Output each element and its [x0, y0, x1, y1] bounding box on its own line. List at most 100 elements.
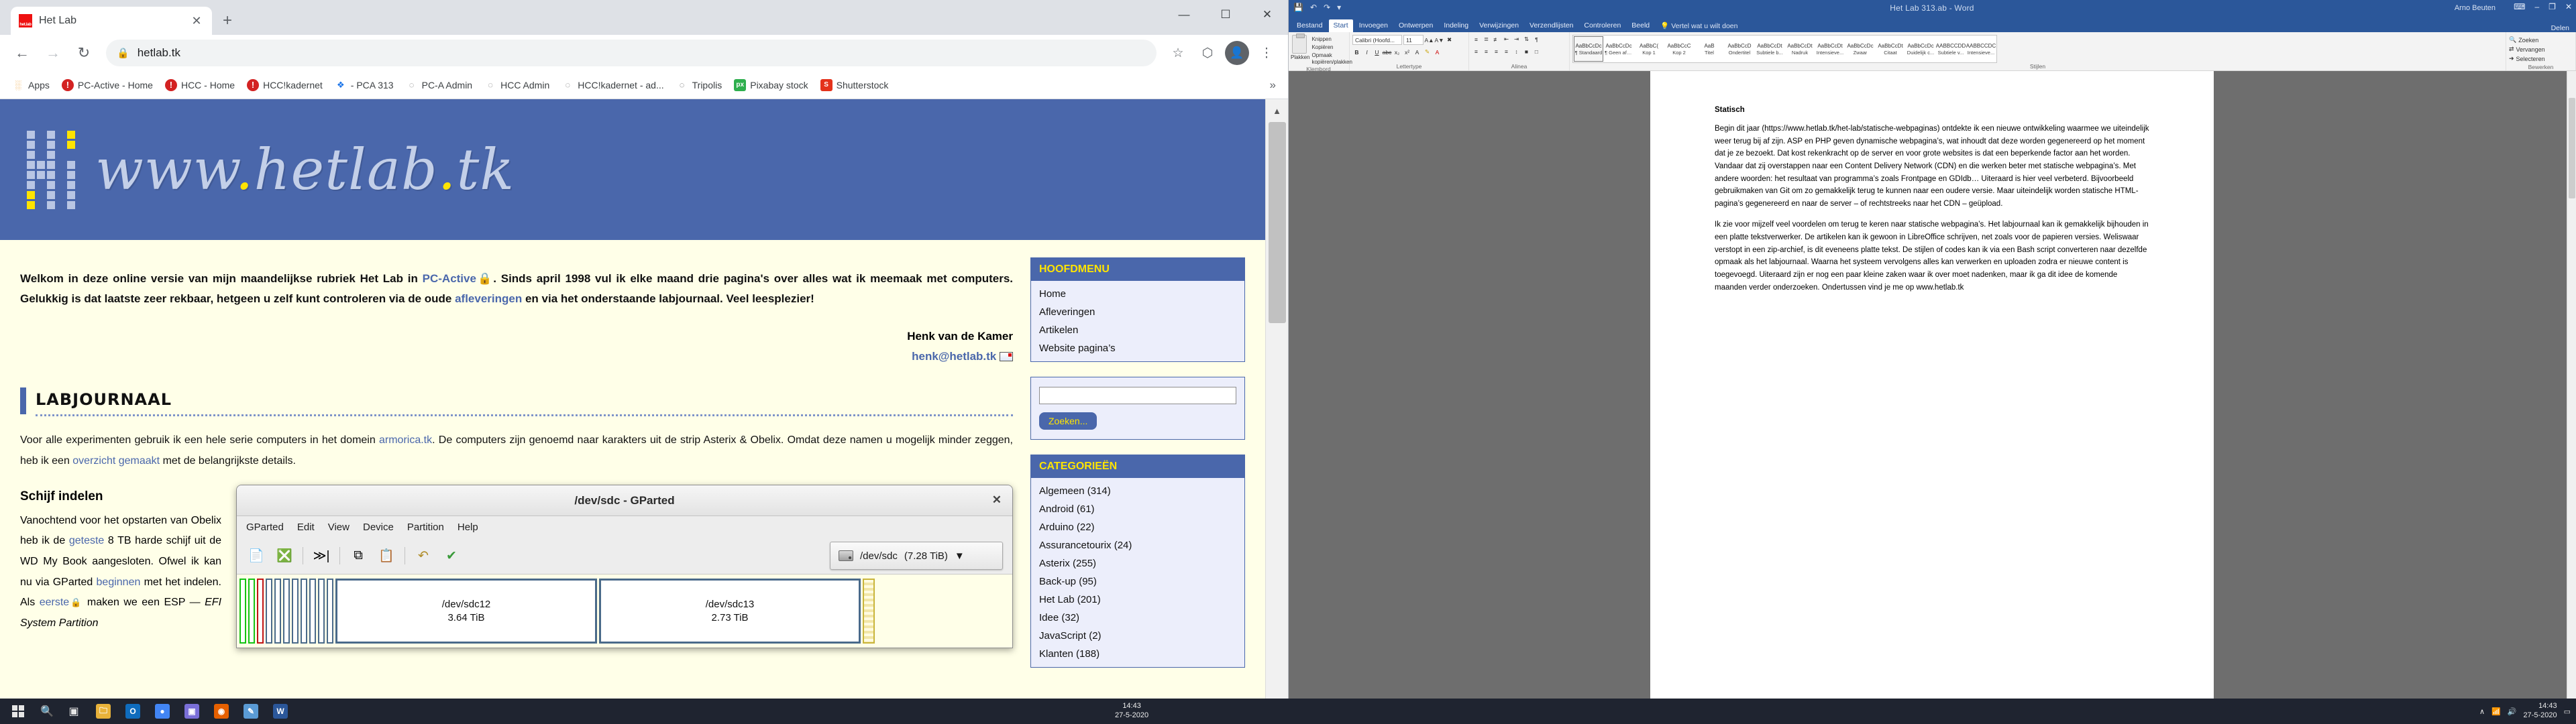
bookmark-pixabay-stock[interactable]: px Pixabay stock [729, 76, 813, 95]
word-document-area[interactable]: Statisch Begin dit jaar (https://www.het… [1288, 71, 2576, 709]
style-kop-1[interactable]: AaBbC(Kop 1 [1634, 36, 1664, 62]
multilevel-list-icon[interactable]: ≢ [1492, 35, 1501, 44]
shrink-font-icon[interactable]: A▼ [1434, 36, 1444, 44]
taskbar-outlook-icon[interactable]: O [118, 699, 148, 724]
partition-block[interactable] [309, 579, 316, 644]
link-eerste[interactable]: eerste [40, 597, 69, 608]
sidebar-item-home[interactable]: Home [1031, 285, 1244, 303]
apply-icon[interactable]: ✔ [441, 546, 462, 566]
gparted-menu-gparted[interactable]: GParted [246, 522, 284, 533]
clear-formatting-icon[interactable]: ✖ [1445, 36, 1454, 44]
network-icon[interactable]: 📶 [2491, 707, 2501, 716]
chrome-window-controls[interactable]: — ☐ ✕ [1163, 0, 1288, 29]
chrome-minimize-button[interactable]: — [1163, 0, 1205, 29]
resize-move-icon[interactable]: ≫| [311, 546, 331, 566]
tab-verwijzingen[interactable]: Verwijzingen [1474, 19, 1523, 32]
text-effects-icon[interactable]: A [1413, 48, 1421, 56]
gparted-window[interactable]: /dev/sdc - GParted ✕ GParted Edit View Devi… [236, 485, 1013, 649]
word-minimize-button[interactable]: – [2534, 2, 2539, 11]
font-size-input[interactable]: 11 [1403, 35, 1424, 45]
word-scrollbar-thumb[interactable] [2569, 98, 2575, 198]
partition-block[interactable] [292, 579, 299, 644]
bookmark-apps[interactable]: ░ Apps [7, 76, 55, 95]
highlight-icon[interactable]: ✎ [1423, 48, 1432, 56]
italic-button[interactable]: I [1362, 48, 1371, 56]
avatar[interactable]: 👤 [1224, 40, 1250, 66]
style-subtiele-v[interactable]: AABBCCDD Subtiele v... [1936, 36, 1966, 62]
font-name-input[interactable]: Calibri (Hoofd... [1352, 35, 1402, 45]
chrome-menu-icon[interactable]: ⋮ [1253, 40, 1280, 66]
increase-indent-icon[interactable]: ⇥ [1512, 35, 1521, 44]
cut-label[interactable]: Knippen [1311, 36, 1352, 43]
category-item[interactable]: Arduino (22) [1031, 518, 1244, 536]
forward-button[interactable]: → [39, 39, 67, 67]
hoofdmenu-list[interactable]: Home Afleveringen Artikelen Website pagina’… [1031, 281, 1244, 361]
bookmark-star-icon[interactable]: ☆ [1165, 40, 1191, 66]
bookmarks-bar[interactable]: ░ Apps! PC-Active - Home! HCC - Home! HCC!ka… [0, 71, 1288, 99]
link-geteste[interactable]: geteste [69, 535, 104, 546]
underline-button[interactable]: U [1373, 48, 1381, 56]
partition-block[interactable] [248, 579, 255, 644]
undo-icon[interactable]: ↶ [413, 546, 433, 566]
category-item[interactable]: Het Lab (201) [1031, 591, 1244, 609]
gparted-toolbar[interactable]: 📄 ❎ ≫| ⧉ 📋 ↶ ✔ /dev/sdc (7.28 TiB) ▼ [237, 538, 1012, 575]
style-intensieve[interactable]: AABBCCDC Intensieve... [1966, 36, 1996, 62]
volume-icon[interactable]: 🔊 [2508, 707, 2517, 716]
link-beginnen[interactable]: beginnen [97, 577, 141, 588]
back-button[interactable]: ← [8, 39, 36, 67]
select-button[interactable]: ➜ Selecteren [2509, 55, 2545, 62]
justify-icon[interactable]: ≡ [1502, 47, 1511, 56]
format-painter-label[interactable]: Opmaak kopiëren/plakken [1311, 52, 1352, 66]
style-duidelijk-c[interactable]: AaBbCcDc Duidelijk c... [1906, 36, 1935, 62]
partition-block[interactable] [301, 579, 307, 644]
bookmark-hcc-kadernet-ad[interactable]: ◌ HCC!kadernet - ad... [556, 76, 669, 95]
word-ribbon[interactable]: Plakken Knippen Kopiëren Opmaak kopiëren… [1288, 32, 2576, 72]
style-citaat[interactable]: AaBbCcDt Citaat [1876, 36, 1905, 62]
style-nadruk[interactable]: AaBbCcDt Nadruk [1785, 36, 1815, 62]
ribbon-display-options-icon[interactable]: ⌨ [2514, 2, 2525, 11]
sort-icon[interactable]: ⇅ [1522, 35, 1531, 44]
link-overzicht-gemaakt[interactable]: overzicht gemaakt [72, 455, 160, 467]
category-item[interactable]: JavaScript (2) [1031, 627, 1244, 645]
tab-verzendlijsten[interactable]: Verzendlijsten [1525, 19, 1578, 32]
style-zwaar[interactable]: AaBbCcDc Zwaar [1845, 36, 1875, 62]
shading-icon[interactable]: ■ [1522, 47, 1531, 56]
category-item[interactable]: Asterix (255) [1031, 554, 1244, 572]
bookmark-shutterstock[interactable]: S Shutterstock [815, 76, 894, 95]
styles-gallery[interactable]: AaBbCcDc ¶ Standaard AaBbCcDc ¶ Geen afs...… [1572, 35, 1997, 63]
mail-icon[interactable] [1000, 352, 1013, 362]
tell-me-box[interactable]: 💡 Vertel wat u wilt doen [1656, 19, 1742, 32]
tray-expand-icon[interactable]: ∧ [2479, 707, 2485, 716]
bookmark-hcc-kadernet[interactable]: ! HCC!kadernet [241, 76, 328, 95]
bullets-icon[interactable]: ≡ [1472, 35, 1481, 44]
strikethrough-button[interactable]: abc [1383, 48, 1392, 56]
taskbar-search-icon[interactable]: 🔍 [35, 699, 59, 724]
gparted-menu-partition[interactable]: Partition [407, 522, 444, 533]
signature-email[interactable]: henk@hetlab.tk [912, 350, 996, 363]
copy-icon[interactable]: ⧉ [348, 546, 368, 566]
bold-button[interactable]: B [1352, 48, 1361, 56]
tab-indeling[interactable]: Indeling [1439, 19, 1473, 32]
link-afleveringen[interactable]: afleveringen [455, 292, 522, 305]
bookmark-pc-a-admin[interactable]: ◌ PC-A Admin [400, 76, 478, 95]
replace-button[interactable]: ⇄ Vervangen [2509, 46, 2545, 53]
gparted-menu-device[interactable]: Device [363, 522, 394, 533]
taskbar-firefox-icon[interactable]: ◉ [207, 699, 236, 724]
chrome-close-button[interactable]: ✕ [1246, 0, 1288, 29]
taskbar-chrome-icon[interactable]: ● [148, 699, 177, 724]
partition-block[interactable] [257, 579, 264, 644]
chevron-down-icon[interactable]: ▼ [955, 550, 965, 562]
delete-partition-icon[interactable]: ❎ [274, 546, 294, 566]
new-partition-icon[interactable]: 📄 [246, 546, 266, 566]
chrome-maximize-button[interactable]: ☐ [1205, 0, 1246, 29]
sidebar-item-website-pagina-s[interactable]: Website pagina’s [1031, 339, 1244, 357]
page-scrollbar-thumb[interactable] [1269, 122, 1286, 323]
reload-button[interactable]: ↻ [70, 39, 98, 67]
font-color-icon[interactable]: A [1433, 48, 1442, 56]
share-button[interactable]: Delen [2551, 24, 2569, 32]
word-window-controls[interactable]: ⌨ – ❐ ✕ [2514, 2, 2572, 11]
paste-icon[interactable]: 📋 [376, 546, 396, 566]
taskbar-tray[interactable]: ∧ 📶 🔊 14:43 27-5-2020 ▭ [2479, 702, 2576, 721]
category-item[interactable]: Algemeen (314) [1031, 482, 1244, 500]
partition-block[interactable] [327, 579, 333, 644]
